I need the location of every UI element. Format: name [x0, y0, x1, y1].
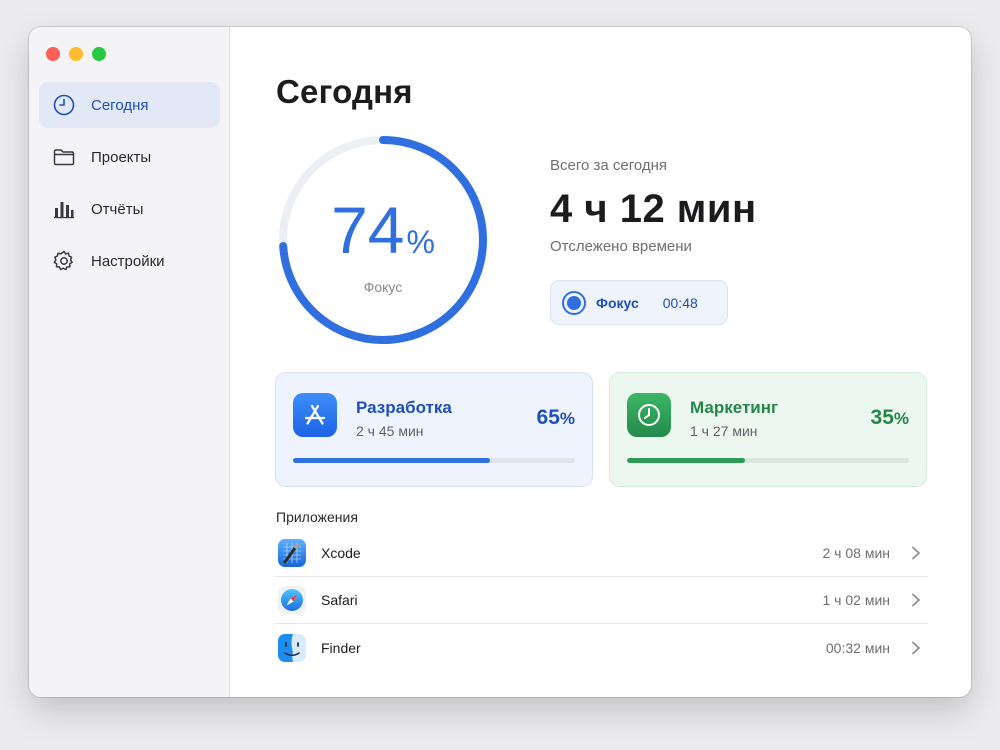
project-percent: 65% — [536, 406, 575, 429]
clock-icon — [627, 393, 671, 437]
apps-heading: Приложения — [276, 509, 358, 525]
chevron-right-icon — [912, 593, 920, 607]
sidebar: Сегодня Проекты Отчёты Настройки — [29, 27, 230, 697]
focus-chip-label: Фокус — [596, 294, 639, 311]
focus-chip-time: 00:48 — [662, 294, 698, 311]
xcode-icon — [278, 539, 306, 567]
project-name: Разработка — [356, 398, 452, 417]
project-time: 2 ч 45 мин — [356, 423, 424, 439]
chevron-right-icon — [912, 641, 920, 654]
clock-icon — [53, 94, 75, 116]
focus-ring-label: Фокус — [363, 279, 403, 295]
sidebar-nav: Сегодня Проекты Отчёты Настройки — [39, 82, 220, 290]
project-name: Маркетинг — [690, 398, 779, 417]
apps-list: Xcode 2 ч 08 мин Safari 1 ч 02 мин Finde… — [275, 530, 928, 671]
project-card-development[interactable]: Разработка 2 ч 45 мин 65% — [275, 372, 593, 487]
app-store-icon — [293, 393, 337, 437]
focus-session-chip[interactable]: Фокус 00:48 — [550, 280, 728, 325]
project-progress-track — [293, 458, 575, 463]
sidebar-item-projects[interactable]: Проекты — [39, 134, 220, 180]
folder-icon — [53, 149, 75, 166]
project-time: 1 ч 27 мин — [690, 423, 758, 439]
main-content: Сегодня 74% Фокус Всего за сегодня 4 ч 1… — [230, 27, 971, 697]
safari-icon — [278, 586, 306, 614]
app-time: 00:32 мин — [825, 639, 890, 656]
total-time-caption: Всего за сегодня — [550, 157, 668, 174]
total-time-block: Всего за сегодня 4 ч 12 мин Отслежено вр… — [550, 157, 757, 255]
zoom-window-button[interactable] — [92, 47, 106, 61]
app-window: Сегодня Проекты Отчёты Настройки Сегодня… — [29, 27, 971, 697]
app-name: Xcode — [321, 545, 361, 561]
focus-percent: 74% — [331, 193, 435, 267]
project-progress-fill — [627, 458, 746, 463]
focus-ring-center: 74% Фокус — [276, 133, 490, 347]
app-row-safari[interactable]: Safari 1 ч 02 мин — [275, 577, 928, 624]
sidebar-item-label: Настройки — [91, 252, 165, 270]
sidebar-item-label: Проекты — [91, 148, 152, 166]
minimize-window-button[interactable] — [69, 47, 83, 61]
app-name: Safari — [321, 592, 358, 608]
window-controls — [46, 47, 106, 61]
sidebar-item-reports[interactable]: Отчёты — [39, 186, 220, 232]
page-title: Сегодня — [276, 73, 413, 110]
sidebar-item-label: Отчёты — [91, 200, 144, 218]
app-row-finder[interactable]: Finder 00:32 мин — [275, 624, 928, 671]
app-time: 2 ч 08 мин — [822, 545, 891, 561]
focus-dot-icon — [562, 290, 586, 315]
total-time-subtitle: Отслежено времени — [550, 238, 692, 255]
sidebar-item-today[interactable]: Сегодня — [39, 82, 220, 128]
sidebar-item-label: Сегодня — [91, 96, 149, 114]
gear-icon — [53, 250, 73, 271]
project-percent-unit: % — [893, 409, 909, 428]
close-window-button[interactable] — [46, 47, 60, 61]
project-progress-track — [627, 458, 909, 463]
bar-chart-icon — [54, 202, 74, 219]
focus-percent-unit: % — [406, 224, 435, 260]
sidebar-item-settings[interactable]: Настройки — [39, 238, 220, 284]
project-percent-unit: % — [559, 409, 575, 428]
project-percent: 35% — [870, 406, 909, 429]
project-progress-fill — [293, 458, 491, 463]
app-time: 1 ч 02 мин — [822, 592, 891, 608]
app-name: Finder — [321, 639, 361, 656]
project-card-marketing[interactable]: Маркетинг 1 ч 27 мин 35% — [609, 372, 927, 487]
total-time-value: 4 ч 12 мин — [550, 187, 757, 231]
finder-icon — [278, 633, 306, 662]
chevron-right-icon — [912, 546, 920, 560]
app-row-xcode[interactable]: Xcode 2 ч 08 мин — [275, 530, 928, 577]
